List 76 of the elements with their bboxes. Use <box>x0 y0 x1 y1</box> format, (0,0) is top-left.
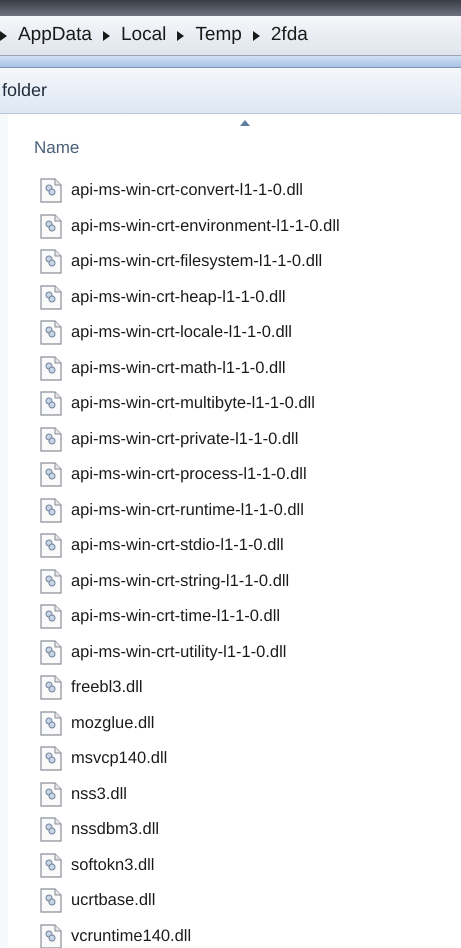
file-name: softokn3.dll <box>71 854 154 876</box>
file-row[interactable]: softokn3.dll <box>8 848 461 883</box>
file-icon <box>40 604 62 630</box>
file-icon <box>40 356 62 381</box>
toolbar-label[interactable]: folder <box>2 77 48 104</box>
breadcrumb-item[interactable]: Local <box>120 21 166 50</box>
file-name: nss3.dll <box>71 784 127 805</box>
file-row[interactable]: api-ms-win-crt-environment-l1-1-0.dll <box>8 208 461 244</box>
file-icon <box>40 852 62 878</box>
file-row[interactable]: api-ms-win-crt-private-l1-1-0.dll <box>8 422 461 457</box>
file-row[interactable]: nssdbm3.dll <box>8 812 461 848</box>
file-name: api-ms-win-crt-math-l1-1-0.dll <box>71 358 286 379</box>
file-name: api-ms-win-crt-environment-l1-1-0.dll <box>71 216 340 237</box>
file-icon <box>40 817 62 842</box>
file-icon <box>40 498 62 523</box>
file-row[interactable]: api-ms-win-crt-process-l1-1-0.dll <box>8 457 461 492</box>
file-row[interactable]: ucrtbase.dll <box>8 883 461 918</box>
file-name: api-ms-win-crt-filesystem-l1-1-0.dll <box>71 251 322 272</box>
file-icon <box>40 462 62 488</box>
caret-icon <box>0 30 7 40</box>
file-name: api-ms-win-crt-stdio-l1-1-0.dll <box>71 535 284 556</box>
file-name: nssdbm3.dll <box>71 819 160 840</box>
file-row[interactable]: nss3.dll <box>8 776 461 812</box>
file-name: msvcp140.dll <box>71 748 168 770</box>
file-name: vcruntime140.dll <box>71 926 192 947</box>
breadcrumb-item[interactable]: Temp <box>195 21 242 50</box>
file-name: api-ms-win-crt-process-l1-1-0.dll <box>71 464 307 486</box>
breadcrumb-item[interactable]: AppData <box>18 21 92 50</box>
address-bar[interactable]: AppData Local Temp 2fda <box>0 16 461 56</box>
file-icon <box>40 426 62 452</box>
file-icon <box>40 640 62 665</box>
file-name: api-ms-win-crt-heap-l1-1-0.dll <box>71 286 286 308</box>
file-icon <box>40 568 62 594</box>
file-name: api-ms-win-crt-string-l1-1-0.dll <box>71 570 290 592</box>
file-row[interactable]: api-ms-win-crt-runtime-l1-1-0.dll <box>8 492 461 528</box>
file-icon <box>40 746 62 772</box>
file-row[interactable]: msvcp140.dll <box>8 741 461 776</box>
file-name: ucrtbase.dll <box>71 890 156 912</box>
file-row[interactable]: api-ms-win-crt-heap-l1-1-0.dll <box>8 280 461 315</box>
file-icon <box>40 888 62 914</box>
file-icon <box>40 214 62 239</box>
file-row[interactable]: freebl3.dll <box>8 670 461 706</box>
file-row[interactable]: api-ms-win-crt-string-l1-1-0.dll <box>8 564 461 599</box>
file-name: api-ms-win-crt-multibyte-l1-1-0.dll <box>71 393 315 414</box>
file-name: api-ms-win-crt-runtime-l1-1-0.dll <box>71 500 304 521</box>
file-icon <box>40 533 62 558</box>
file-row[interactable]: api-ms-win-crt-multibyte-l1-1-0.dll <box>8 386 461 422</box>
caret-icon <box>102 30 110 40</box>
file-row[interactable]: api-ms-win-crt-convert-l1-1-0.dll <box>8 173 461 208</box>
column-header[interactable]: Name <box>8 114 461 170</box>
file-row[interactable]: api-ms-win-crt-utility-l1-1-0.dll <box>8 634 461 670</box>
file-row[interactable]: api-ms-win-crt-locale-l1-1-0.dll <box>8 315 461 350</box>
file-name: mozglue.dll <box>71 712 154 734</box>
caret-icon <box>252 30 260 40</box>
file-name: api-ms-win-crt-time-l1-1-0.dll <box>71 606 280 628</box>
caret-icon <box>177 30 184 40</box>
file-icon <box>40 249 62 274</box>
file-row[interactable]: api-ms-win-crt-filesystem-l1-1-0.dll <box>8 244 461 280</box>
file-icon <box>40 178 62 204</box>
file-icon <box>40 320 62 346</box>
file-icon <box>40 782 62 807</box>
breadcrumb-item[interactable]: 2fda <box>270 21 308 50</box>
file-row[interactable]: mozglue.dll <box>8 706 461 741</box>
file-row[interactable]: vcruntime140.dll <box>8 918 461 948</box>
file-row[interactable]: api-ms-win-crt-stdio-l1-1-0.dll <box>8 528 461 564</box>
file-name: api-ms-win-crt-utility-l1-1-0.dll <box>71 642 286 663</box>
file-name: api-ms-win-crt-locale-l1-1-0.dll <box>71 322 292 344</box>
file-name: api-ms-win-crt-private-l1-1-0.dll <box>71 428 298 450</box>
file-icon <box>40 710 62 736</box>
file-name: freebl3.dll <box>71 677 143 698</box>
file-row[interactable]: api-ms-win-crt-math-l1-1-0.dll <box>8 350 461 386</box>
file-name: api-ms-win-crt-convert-l1-1-0.dll <box>71 180 303 202</box>
file-row[interactable]: api-ms-win-crt-time-l1-1-0.dll <box>8 599 461 634</box>
file-icon <box>40 391 62 416</box>
file-icon <box>40 675 62 700</box>
file-icon <box>40 284 62 310</box>
